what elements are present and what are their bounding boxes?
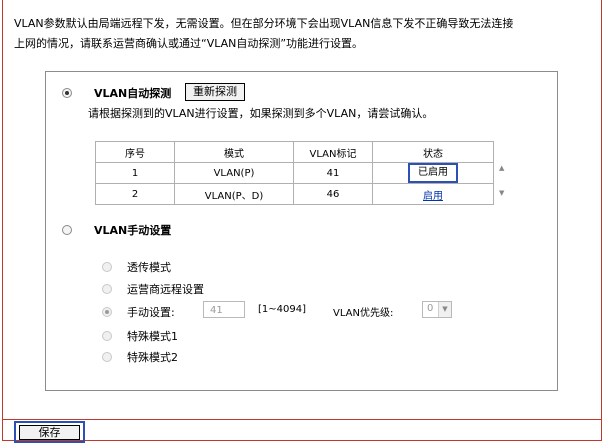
header-index: 序号: [95, 141, 175, 163]
enable-link[interactable]: 启用: [423, 191, 443, 202]
footer-divider: [3, 419, 601, 420]
table-scrollbar[interactable]: ▲ ▼: [497, 161, 509, 201]
row-tag: 41: [293, 162, 373, 184]
special-mode-1-radio[interactable]: [102, 331, 112, 341]
isp-remote-label: 运营商远程设置: [127, 283, 204, 296]
isp-remote-radio[interactable]: [102, 284, 112, 294]
special-mode-1-label: 特殊模式1: [127, 330, 178, 343]
manual-config-radio[interactable]: [102, 307, 112, 317]
save-button[interactable]: 保存: [19, 425, 80, 440]
vlan-priority-select[interactable]: 0 ▼: [422, 301, 452, 318]
rescan-button[interactable]: 重新探测: [185, 83, 245, 101]
header-vlan-tag: VLAN标记: [293, 141, 373, 163]
table-row: 1 VLAN(P) 41 已启用: [95, 162, 494, 184]
row-index: 1: [95, 162, 175, 184]
special-mode-2-label: 特殊模式2: [127, 351, 178, 364]
vlan-range-hint: [1~4094]: [258, 304, 306, 315]
row-mode: VLAN(P): [174, 162, 294, 184]
table-header-row: 序号 模式 VLAN标记 状态: [95, 141, 494, 163]
auto-detect-radio[interactable]: [62, 88, 72, 98]
manual-config-label: 手动设置:: [127, 306, 175, 319]
row-index: 2: [95, 183, 175, 205]
vlan-detect-table: 序号 模式 VLAN标记 状态 1 VLAN(P) 41 已启用 2 VLAN(…: [95, 141, 494, 205]
vlan-priority-value: 0: [427, 303, 434, 314]
table-row: 2 VLAN(P、D) 46 启用: [95, 183, 494, 205]
row-status-cell: 启用: [372, 183, 494, 205]
passthrough-mode-label: 透传模式: [127, 261, 171, 274]
auto-detect-hint: 请根据探测到的VLAN进行设置，如果探测到多个VLAN，请尝试确认。: [88, 107, 434, 120]
save-button-highlight: 保存: [14, 421, 85, 443]
chevron-down-icon: ▼: [438, 302, 451, 317]
vlan-id-input[interactable]: 41: [203, 301, 245, 318]
header-status: 状态: [372, 141, 494, 163]
auto-detect-title: VLAN自动探测: [94, 87, 172, 100]
row-tag: 46: [293, 183, 373, 205]
manual-setting-title: VLAN手动设置: [94, 224, 172, 237]
intro-text: VLAN参数默认由局端远程下发，无需设置。但在部分环境下会出现VLAN信息下发不…: [14, 14, 594, 54]
intro-line-2: 上网的情况，请联系运营商确认或通过“VLAN自动探测”功能进行设置。: [14, 37, 364, 50]
scroll-up-icon[interactable]: ▲: [499, 164, 504, 172]
intro-line-1: VLAN参数默认由局端远程下发，无需设置。但在部分环境下会出现VLAN信息下发不…: [14, 17, 514, 30]
header-mode: 模式: [174, 141, 294, 163]
vlan-priority-label: VLAN优先级:: [333, 308, 394, 319]
manual-setting-radio[interactable]: [62, 225, 72, 235]
status-enabled-badge: 已启用: [408, 163, 458, 183]
scroll-down-icon[interactable]: ▼: [499, 189, 504, 197]
row-mode: VLAN(P、D): [174, 183, 294, 205]
passthrough-mode-radio[interactable]: [102, 262, 112, 272]
row-status-cell: 已启用: [372, 162, 494, 184]
special-mode-2-radio[interactable]: [102, 352, 112, 362]
